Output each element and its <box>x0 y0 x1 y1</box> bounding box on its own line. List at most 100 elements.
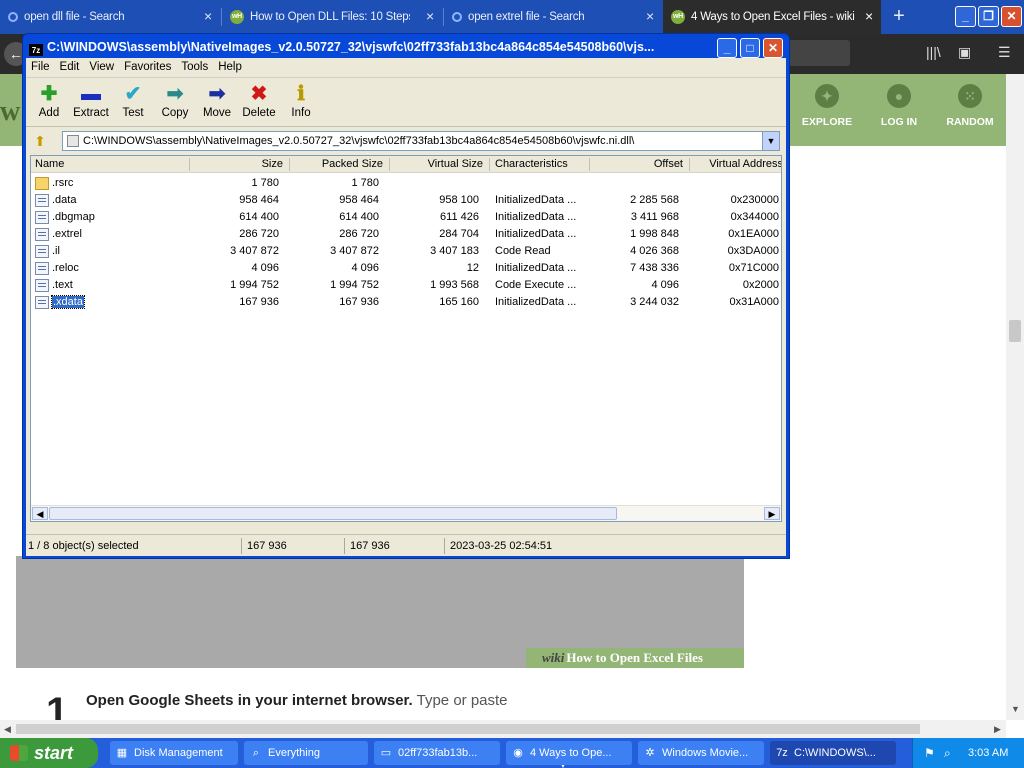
item-vsize: 12 <box>466 262 479 274</box>
nav-login[interactable]: ● LOG IN <box>864 84 934 128</box>
column-header[interactable]: Packed Size <box>322 158 383 170</box>
toolbar-test-button[interactable]: ✔ Test <box>112 82 154 119</box>
status-size: 167 936 <box>247 540 287 552</box>
library-icon[interactable]: |||\ <box>926 44 941 60</box>
new-tab-button[interactable]: + <box>888 5 910 27</box>
list-scroll-right-icon[interactable]: ▶ <box>764 507 780 520</box>
network-icon[interactable]: ⚑ <box>924 746 938 760</box>
browser-close-button[interactable]: ✕ <box>1001 6 1022 27</box>
7zip-minimize-button[interactable]: _ <box>717 38 737 58</box>
task-label: 02ff733fab13b... <box>398 747 478 759</box>
list-item[interactable]: .rsrc 1 780 1 780 <box>31 175 781 192</box>
list-item[interactable]: .dbgmap 614 400 614 400 611 426 InitializedD… <box>31 209 781 226</box>
toolbar-copy-button[interactable]: ➡ Copy <box>154 82 196 119</box>
scroll-right-arrow-icon[interactable]: ▶ <box>994 724 1001 735</box>
list-item[interactable]: .text 1 994 752 1 994 752 1 993 568 Code Exe… <box>31 277 781 294</box>
toolbar-delete-button[interactable]: ✖ Delete <box>238 82 280 119</box>
page-scroll-thumb[interactable] <box>1009 320 1021 342</box>
menu-help[interactable]: Help <box>213 58 247 78</box>
compass-icon: ✦ <box>815 84 839 108</box>
menu-view[interactable]: View <box>84 58 119 78</box>
browser-restore-button[interactable]: ❐ <box>978 6 999 27</box>
tab-open-dll-files[interactable]: wH How to Open DLL Files: 10 Steps × <box>222 0 442 34</box>
taskbar-task[interactable]: ⌕ Everything <box>244 741 368 765</box>
tab-label: 4 Ways to Open Excel Files - wiki <box>691 11 855 23</box>
toolbar-extract-button[interactable]: ▬ Extract <box>70 82 112 119</box>
7zip-menu-bar: File Edit View Favorites Tools Help <box>26 58 786 78</box>
7zip-title-bar[interactable]: 7z C:\WINDOWS\assembly\NativeImages_v2.0.… <box>29 38 719 56</box>
wikihow-icon: wH <box>230 10 244 24</box>
list-item[interactable]: .il 3 407 872 3 407 872 3 407 183 Code Read 4… <box>31 243 781 260</box>
address-input[interactable]: C:\WINDOWS\assembly\NativeImages_v2.0.50… <box>62 131 780 151</box>
scroll-down-arrow-icon[interactable]: ▼ <box>1011 704 1020 714</box>
file-list: Name Size Packed Size Virtual Size Character… <box>30 155 782 522</box>
menu-icon[interactable]: ☰ <box>998 44 1011 61</box>
tab-close-icon[interactable]: × <box>644 9 656 23</box>
address-dropdown-icon[interactable]: ▼ <box>762 132 779 150</box>
column-header[interactable]: Size <box>262 158 283 170</box>
item-chars: InitializedData ... <box>495 262 577 274</box>
nav-explore[interactable]: ✦ EXPLORE <box>792 84 862 128</box>
item-name: .rsrc <box>52 177 74 189</box>
taskbar-task[interactable]: ▦ Disk Management <box>110 741 238 765</box>
item-vaddr: 0x2000 <box>742 279 779 291</box>
sidebar-icon[interactable]: ▣ <box>958 44 971 61</box>
toolbar-button-label: Delete <box>242 107 276 119</box>
item-name: .text <box>52 279 73 291</box>
column-header[interactable]: Virtual Address <box>709 158 781 170</box>
menu-favorites[interactable]: Favorites <box>119 58 176 78</box>
item-size: 3 407 872 <box>230 245 279 257</box>
taskbar-task[interactable]: ✲ Windows Movie... <box>638 741 764 765</box>
menu-edit[interactable]: Edit <box>55 58 85 78</box>
column-header[interactable]: Name <box>35 158 64 170</box>
clock: 3:03 AM <box>968 747 1009 759</box>
tab-open-extrel-search[interactable]: open extrel file - Search × <box>444 0 662 34</box>
test-icon: ✔ <box>124 83 142 105</box>
tray-search-icon[interactable]: ⌕ <box>944 746 958 760</box>
column-header[interactable]: Virtual Size <box>428 158 483 170</box>
nav-random[interactable]: ⁙ RANDOM <box>935 84 1005 128</box>
status-selection: 1 / 8 object(s) selected <box>28 540 139 552</box>
list-item[interactable]: .extrel 286 720 286 720 284 704 InitializedD… <box>31 226 781 243</box>
browser-minimize-button[interactable]: _ <box>955 6 976 27</box>
list-item[interactable]: .data 958 464 958 464 958 100 InitializedDat… <box>31 192 781 209</box>
column-divider[interactable] <box>389 158 390 171</box>
menu-tools[interactable]: Tools <box>176 58 213 78</box>
column-divider[interactable] <box>189 158 190 171</box>
scroll-left-arrow-icon[interactable]: ◀ <box>4 724 11 735</box>
list-item[interactable]: .xdata 167 936 167 936 165 160 InitializedDa… <box>31 294 781 311</box>
tab-excel-files[interactable]: wH 4 Ways to Open Excel Files - wiki × <box>663 0 881 34</box>
toolbar-move-button[interactable]: ➡ Move <box>196 82 238 119</box>
tab-close-icon[interactable]: × <box>202 9 214 23</box>
taskbar-task[interactable]: ◉ 4 Ways to Ope... <box>506 741 632 765</box>
tab-open-dll-search[interactable]: open dll file - Search × <box>0 0 220 34</box>
list-item[interactable]: .reloc 4 096 4 096 12 InitializedData ... 7 4… <box>31 260 781 277</box>
tab-label: open extrel file - Search <box>468 11 585 23</box>
wikihow-logo[interactable]: w <box>0 96 20 128</box>
toolbar-info-button[interactable]: ℹ Info <box>280 82 322 119</box>
column-divider[interactable] <box>489 158 490 171</box>
toolbar-add-button[interactable]: ✚ Add <box>28 82 70 119</box>
taskbar-task[interactable]: 7z C:\WINDOWS\... <box>770 741 896 765</box>
column-header[interactable]: Characteristics <box>495 158 568 170</box>
column-divider[interactable] <box>689 158 690 171</box>
menu-file[interactable]: File <box>26 58 55 78</box>
column-divider[interactable] <box>589 158 590 171</box>
column-divider[interactable] <box>289 158 290 171</box>
browser-icon: ◉ <box>513 747 523 759</box>
page-vertical-scrollbar[interactable] <box>1006 74 1024 720</box>
tab-close-icon[interactable]: × <box>863 9 875 23</box>
7zip-app-icon: 7z <box>29 44 43 56</box>
7zip-maximize-button[interactable]: □ <box>740 38 760 58</box>
column-header[interactable]: Offset <box>654 158 683 170</box>
7zip-close-button[interactable]: ✕ <box>763 38 783 58</box>
list-scroll-thumb[interactable] <box>49 507 617 520</box>
folder-icon <box>35 177 49 190</box>
tab-close-icon[interactable]: × <box>424 9 436 23</box>
item-chars: InitializedData ... <box>495 194 577 206</box>
page-hscroll-thumb[interactable] <box>16 724 920 734</box>
taskbar-task[interactable]: ▭ 02ff733fab13b... <box>374 741 500 765</box>
folder-up-icon[interactable]: ⬆ <box>30 132 50 150</box>
list-scroll-left-icon[interactable]: ◀ <box>32 507 48 520</box>
wiki-word: wiki <box>542 650 565 665</box>
